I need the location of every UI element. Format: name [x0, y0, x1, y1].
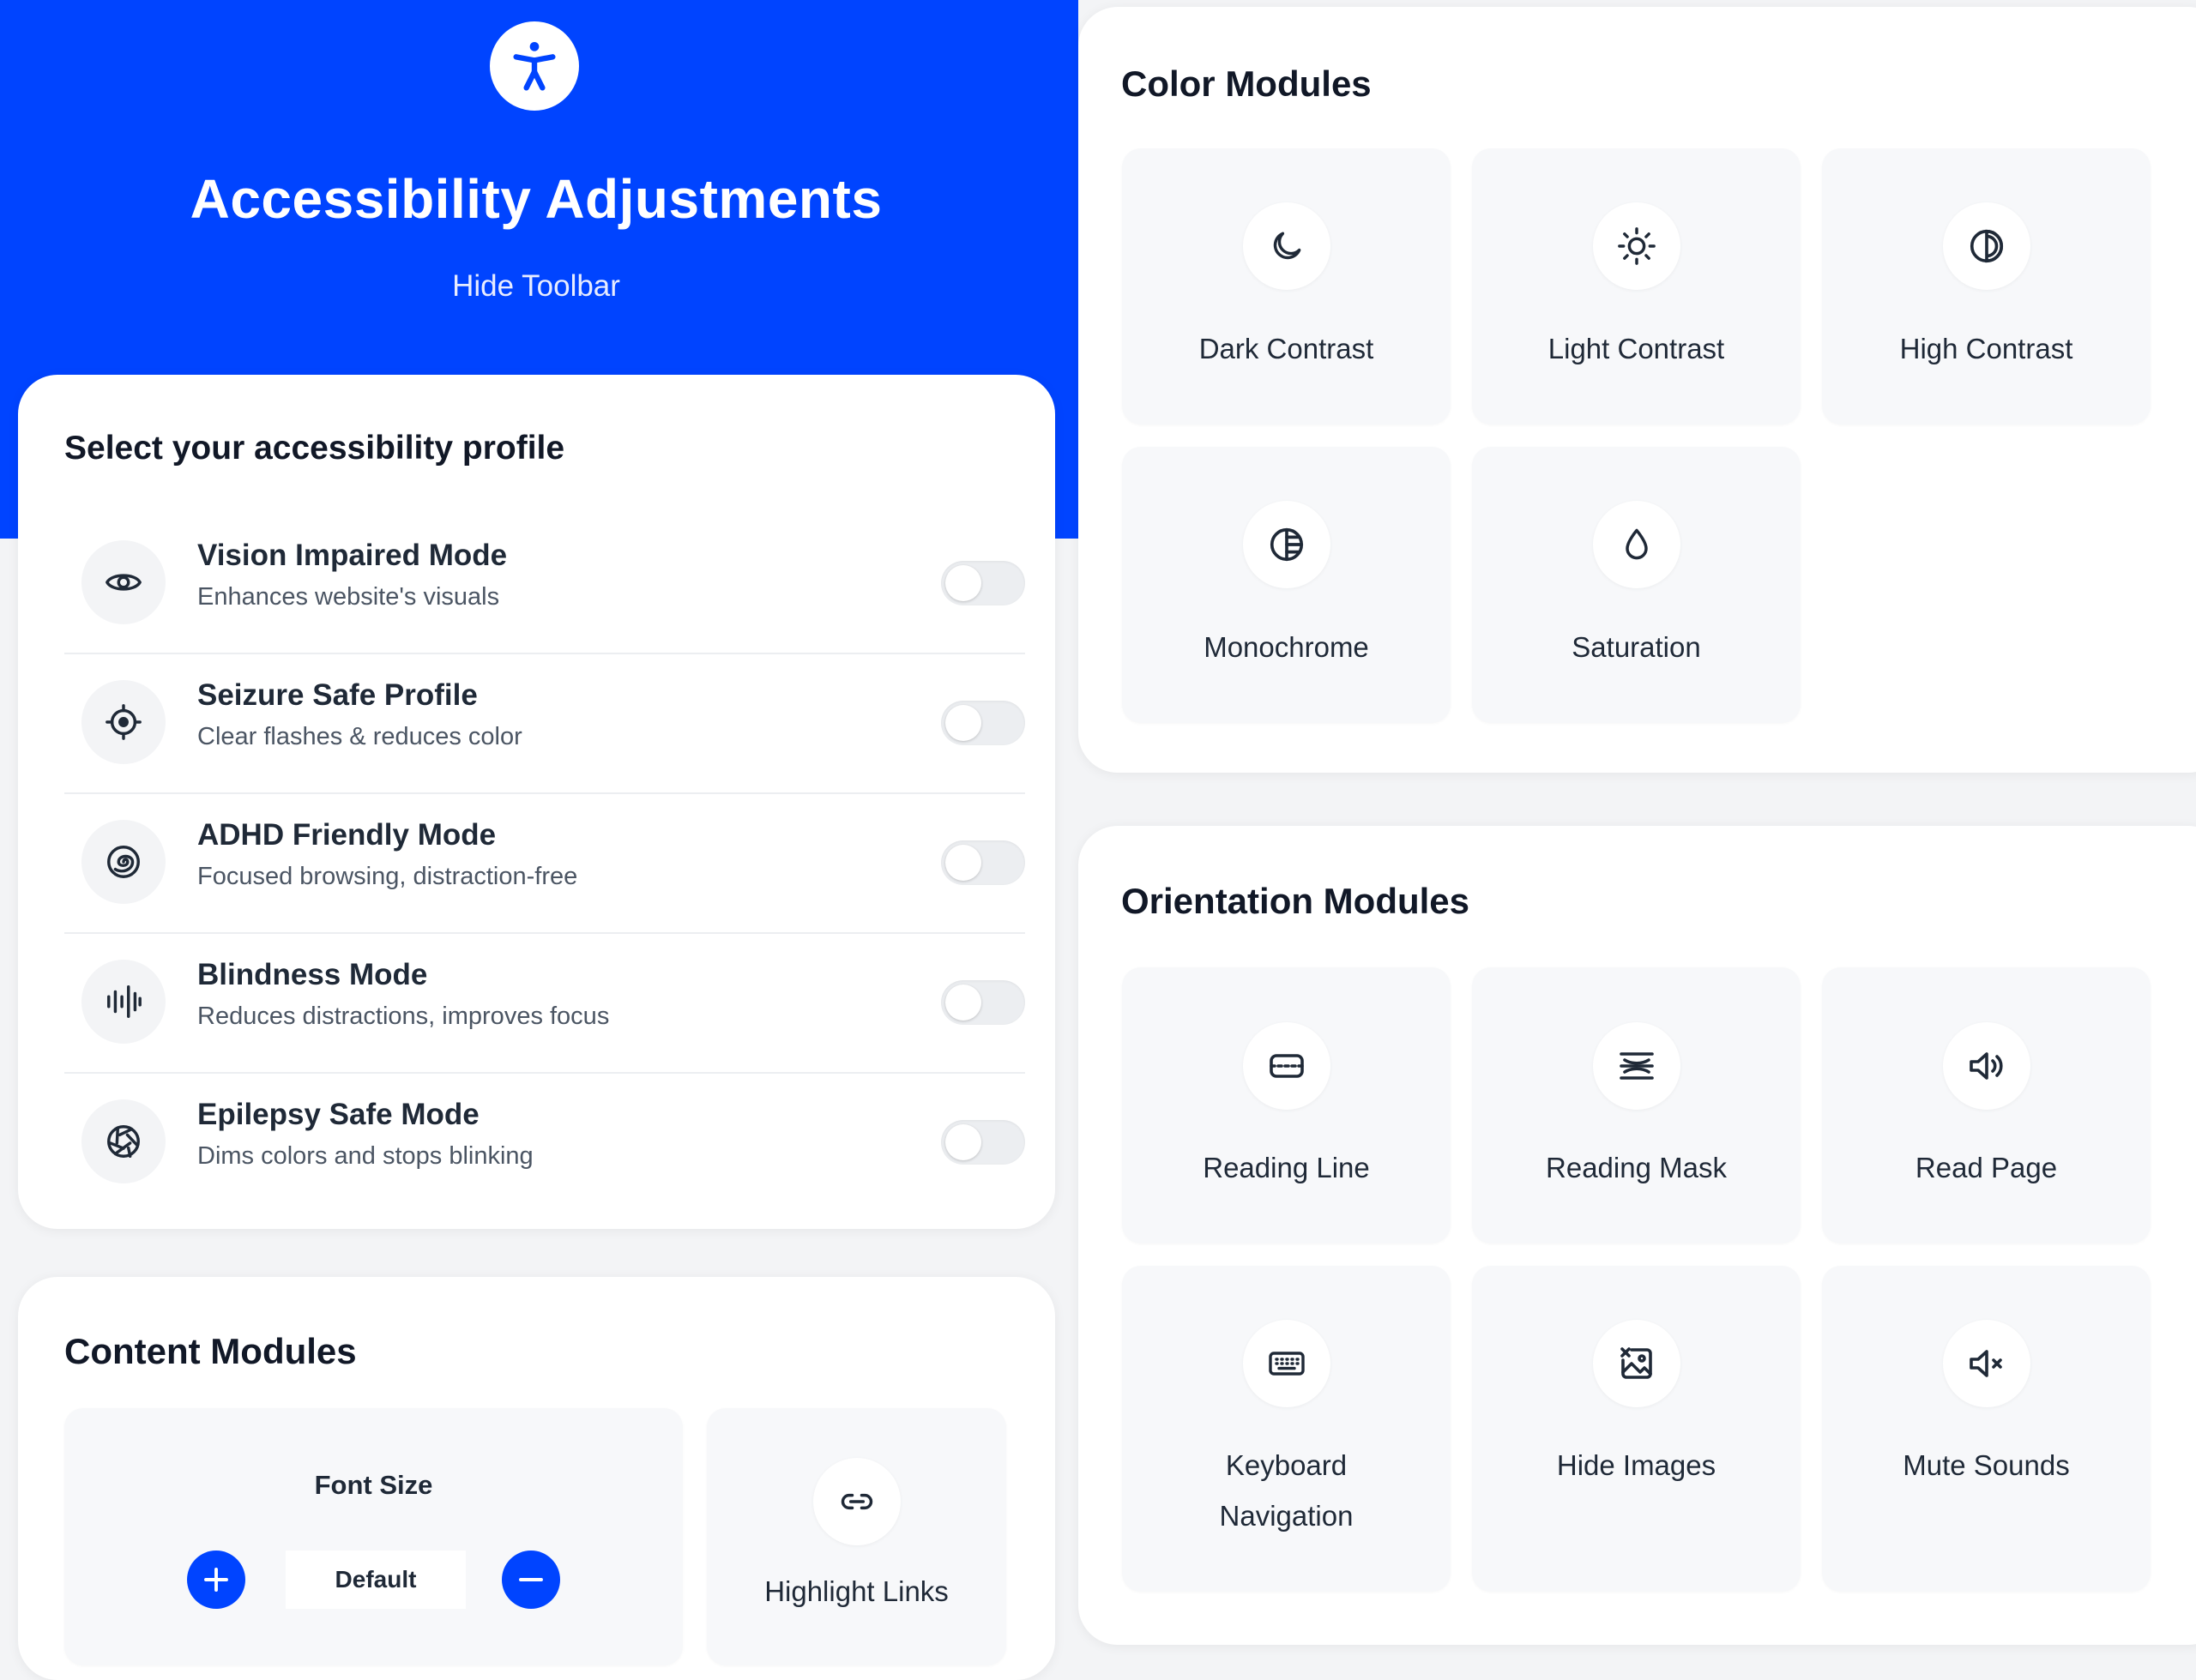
audio-bars-icon [81, 960, 166, 1044]
profile-description: Enhances website's visuals [197, 583, 500, 611]
tile-label: Reading Line [1203, 1152, 1370, 1183]
dark-contrast-tile[interactable]: Dark Contrast [1122, 148, 1451, 425]
reading-mask-icon [1592, 1022, 1680, 1110]
keyboard-navigation-tile[interactable]: Keyboard Navigation [1122, 1266, 1451, 1592]
monochrome-tile[interactable]: Monochrome [1122, 447, 1451, 723]
tile-label: Dark Contrast [1198, 333, 1374, 364]
reading-mask-tile[interactable]: Reading Mask [1472, 967, 1801, 1243]
minus-icon [519, 1578, 543, 1581]
tile-label-line1: Keyboard [1225, 1449, 1348, 1481]
profile-row-vision-impaired[interactable]: Vision Impaired Mode Enhances website's … [64, 515, 1025, 654]
speaker-icon [1942, 1022, 2030, 1110]
increase-font-button[interactable] [187, 1551, 245, 1609]
profile-section-title: Select your accessibility profile [64, 430, 565, 467]
profile-card: Select your accessibility profile Vision… [18, 375, 1055, 1229]
profile-description: Dims colors and stops blinking [197, 1142, 534, 1170]
color-modules-title: Color Modules [1121, 63, 1372, 104]
tile-label: Mute Sounds [1903, 1449, 2070, 1481]
content-modules-title: Content Modules [64, 1331, 357, 1371]
hide-images-tile[interactable]: Hide Images [1472, 1266, 1801, 1592]
decrease-font-button[interactable] [502, 1551, 560, 1609]
keyboard-icon [1242, 1320, 1330, 1407]
reading-line-tile[interactable]: Reading Line [1122, 967, 1451, 1243]
plus-icon [204, 1568, 228, 1592]
hide-toolbar-link[interactable]: Hide Toolbar [0, 269, 1072, 304]
accessibility-logo [490, 21, 579, 111]
highlight-links-tile[interactable]: Highlight Links [707, 1408, 1006, 1665]
seizure-safe-toggle[interactable] [941, 701, 1025, 745]
profile-label: Seizure Safe Profile [197, 678, 478, 712]
sun-icon [1592, 202, 1680, 290]
tile-label: Hide Images [1556, 1449, 1716, 1481]
tile-label-line2: Navigation [1219, 1500, 1354, 1532]
droplet-icon [1592, 501, 1680, 588]
tile-label: Reading Mask [1546, 1152, 1727, 1183]
tile-label: Light Contrast [1547, 333, 1725, 364]
profile-description: Reduces distractions, improves focus [197, 1003, 610, 1030]
high-contrast-tile[interactable]: High Contrast [1822, 148, 2151, 425]
blindness-toggle[interactable] [941, 980, 1025, 1025]
eye-icon [81, 540, 166, 624]
profile-label: Epilepsy Safe Mode [197, 1098, 480, 1131]
profile-label: ADHD Friendly Mode [197, 818, 497, 852]
target-icon [81, 680, 166, 764]
link-icon [812, 1458, 901, 1545]
tile-label: Read Page [1915, 1152, 2058, 1183]
moon-icon [1242, 202, 1330, 290]
tile-label: Highlight Links [764, 1575, 949, 1607]
profile-label: Vision Impaired Mode [197, 539, 508, 572]
profile-description: Focused browsing, distraction-free [197, 863, 578, 890]
image-off-icon [1592, 1320, 1680, 1407]
adhd-friendly-toggle[interactable] [941, 840, 1025, 885]
profile-row-seizure-safe[interactable]: Seizure Safe Profile Clear flashes & red… [64, 654, 1025, 794]
font-size-tile: Font Size [64, 1408, 683, 1665]
toggle-knob [945, 845, 981, 881]
font-size-label: Font Size [314, 1470, 433, 1500]
accessibility-person-icon [513, 42, 556, 91]
tile-label: High Contrast [1899, 333, 2073, 364]
monochrome-icon [1242, 501, 1330, 588]
toggle-knob [945, 985, 981, 1021]
toggle-knob [945, 705, 981, 741]
read-page-tile[interactable]: Read Page [1822, 967, 2151, 1243]
epilepsy-safe-toggle[interactable] [941, 1120, 1025, 1165]
tile-label: Monochrome [1204, 631, 1369, 663]
tile-label: Saturation [1572, 631, 1701, 663]
toggle-knob [945, 1124, 981, 1160]
profile-row-epilepsy-safe[interactable]: Epilepsy Safe Mode Dims colors and stops… [64, 1074, 1025, 1213]
profile-label: Blindness Mode [197, 958, 428, 991]
orientation-modules-title: Orientation Modules [1121, 881, 1470, 921]
profile-description: Clear flashes & reduces color [197, 723, 522, 750]
reading-line-icon [1242, 1022, 1330, 1110]
font-size-value: Default [286, 1551, 466, 1609]
profile-row-adhd-friendly[interactable]: ADHD Friendly Mode Focused browsing, dis… [64, 794, 1025, 934]
light-contrast-tile[interactable]: Light Contrast [1472, 148, 1801, 425]
saturation-tile[interactable]: Saturation [1472, 447, 1801, 723]
vision-impaired-toggle[interactable] [941, 561, 1025, 605]
contrast-icon [1942, 202, 2030, 290]
mute-sounds-tile[interactable]: Mute Sounds [1822, 1266, 2151, 1592]
speaker-muted-icon [1942, 1320, 2030, 1407]
page-title: Accessibility Adjustments [190, 168, 883, 230]
profile-row-blindness[interactable]: Blindness Mode Reduces distractions, imp… [64, 934, 1025, 1074]
aperture-icon [81, 1099, 166, 1183]
spiral-icon [81, 820, 166, 904]
toggle-knob [945, 565, 981, 601]
